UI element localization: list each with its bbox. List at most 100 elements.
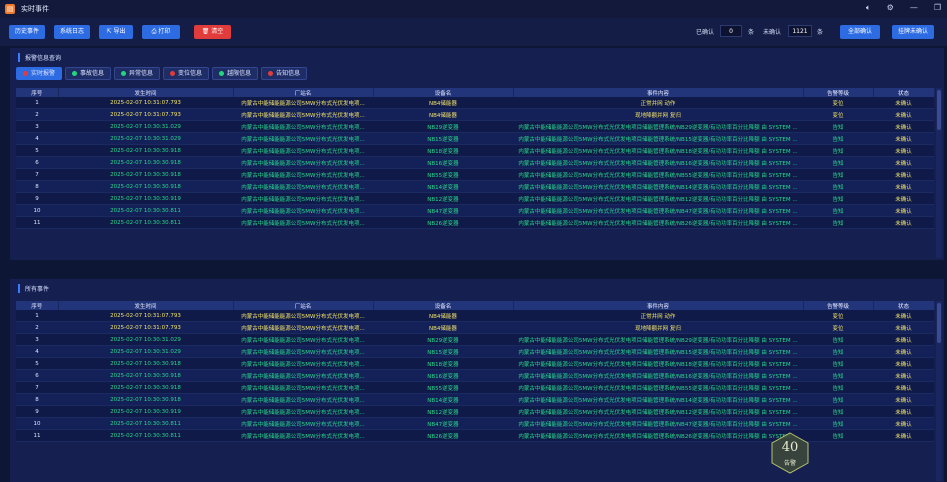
- badge-label: 告警: [783, 460, 796, 467]
- speaker-icon[interactable]: 🔈︎: [866, 3, 871, 13]
- cell-station: 内蒙古中能储能能源公司5MW分布式光伏发电项...: [233, 156, 373, 169]
- clear-button[interactable]: 🗑︎ 清空: [194, 25, 231, 39]
- cell-level: 变位: [803, 97, 873, 109]
- minimize-icon[interactable]: —: [910, 3, 918, 13]
- toolbar: 历史事件 系统日志 ⇱ 导出 ⎙ 打印 🗑︎ 清空 已确认 0 条 未确认 11…: [0, 18, 947, 46]
- table-row[interactable]: 9 2025-02-07 10:30:30.919 内蒙古中能储能能源公司5MW分布…: [16, 192, 934, 205]
- table-row[interactable]: 2 2025-02-07 10:31:07.793 内蒙古中能储能能源公司5MW分布…: [16, 108, 934, 121]
- scrollbar[interactable]: [936, 301, 942, 481]
- filter-button[interactable]: 事故信息: [65, 67, 112, 80]
- cell-level: 变位: [803, 310, 873, 322]
- clear-label: 清空: [211, 28, 224, 35]
- table-row[interactable]: 7 2025-02-07 10:30:30.918 内蒙古中能储能能源公司5MW分布…: [16, 381, 934, 394]
- cell-device: NB55逆变器: [373, 168, 513, 181]
- table-row[interactable]: 1 2025-02-07 10:31:07.793 内蒙古中能储能能源公司5MW分布…: [16, 310, 934, 322]
- cell-content: 内蒙古中能储能能源公司5MW分布式光伏发电项目储能管理系统/NB55逆变器/有功…: [513, 168, 803, 181]
- cell-status: 未确认: [873, 108, 934, 121]
- column-header[interactable]: 序号: [16, 301, 59, 310]
- cell-idx: 3: [16, 333, 58, 346]
- column-header[interactable]: 序号: [16, 88, 59, 97]
- column-header[interactable]: 设备名: [373, 88, 514, 97]
- cell-level: 告知: [803, 417, 873, 430]
- confirm-all-button[interactable]: 全部确认: [840, 25, 880, 39]
- cell-station: 内蒙古中能储能能源公司5MW分布式光伏发电项...: [233, 144, 373, 157]
- cell-status: 未确认: [873, 357, 934, 370]
- cell-status: 未确认: [873, 369, 934, 382]
- cell-station: 内蒙古中能储能能源公司5MW分布式光伏发电项...: [233, 108, 373, 121]
- history-events-button[interactable]: 历史事件: [9, 25, 45, 39]
- status-dot-icon: [268, 71, 274, 76]
- cell-idx: 6: [16, 369, 58, 382]
- table-row[interactable]: 3 2025-02-07 10:30:31.029 内蒙古中能储能能源公司5MW分布…: [16, 333, 934, 346]
- table-row[interactable]: 1 2025-02-07 10:31:07.793 内蒙古中能储能能源公司5MW分布…: [16, 97, 934, 109]
- scrollbar[interactable]: [936, 88, 942, 258]
- table-row[interactable]: 6 2025-02-07 10:30:30.918 内蒙古中能储能能源公司5MW分布…: [16, 156, 934, 169]
- cell-level: 告知: [803, 429, 873, 442]
- cell-time: 2025-02-07 10:31:07.793: [58, 108, 233, 121]
- column-header[interactable]: 厂站名: [233, 301, 374, 310]
- cell-level: 告知: [803, 168, 873, 181]
- table-row[interactable]: 8 2025-02-07 10:30:30.918 内蒙古中能储能能源公司5MW分布…: [16, 393, 934, 406]
- table-row[interactable]: 8 2025-02-07 10:30:30.918 内蒙古中能储能能源公司5MW分布…: [16, 180, 934, 193]
- column-header[interactable]: 告警等级: [803, 88, 874, 97]
- cell-idx: 7: [16, 168, 58, 181]
- cell-device: NB12逆变器: [373, 192, 513, 205]
- table-row[interactable]: 5 2025-02-07 10:30:30.918 内蒙古中能储能能源公司5MW分布…: [16, 144, 934, 157]
- table-row[interactable]: 10 2025-02-07 10:30:30.811 内蒙古中能储能能源公司5MW分…: [16, 204, 934, 217]
- cell-time: 2025-02-07 10:30:30.919: [58, 192, 233, 205]
- cell-idx: 10: [16, 204, 58, 217]
- filter-button[interactable]: 越限信息: [212, 67, 259, 80]
- column-header[interactable]: 状态: [873, 88, 935, 97]
- table-row[interactable]: 5 2025-02-07 10:30:30.918 内蒙古中能储能能源公司5MW分布…: [16, 357, 934, 370]
- table-row[interactable]: 9 2025-02-07 10:30:30.919 内蒙古中能储能能源公司5MW分布…: [16, 405, 934, 418]
- restore-icon[interactable]: ❐: [934, 3, 941, 13]
- cell-device: NB47逆变器: [373, 417, 513, 430]
- filter-button[interactable]: 实时报警: [16, 67, 63, 80]
- cell-idx: 5: [16, 357, 58, 370]
- table-row[interactable]: 4 2025-02-07 10:30:31.029 内蒙古中能储能能源公司5MW分布…: [16, 345, 934, 358]
- settings-icon[interactable]: ⚙︎: [887, 3, 894, 13]
- column-header[interactable]: 厂站名: [233, 88, 374, 97]
- cell-idx: 1: [16, 310, 58, 322]
- export-button[interactable]: ⇱ 导出: [99, 25, 133, 39]
- cell-idx: 2: [16, 108, 58, 121]
- cell-content: 内蒙古中能储能能源公司5MW分布式光伏发电项目储能管理系统/NB12逆变器/有功…: [513, 405, 803, 418]
- scrollbar-thumb[interactable]: [937, 90, 941, 130]
- cell-time: 2025-02-07 10:30:30.811: [58, 216, 233, 229]
- column-header[interactable]: 告警等级: [803, 301, 874, 310]
- cell-station: 内蒙古中能储能能源公司5MW分布式光伏发电项...: [233, 417, 373, 430]
- table-row[interactable]: 7 2025-02-07 10:30:30.918 内蒙古中能储能能源公司5MW分布…: [16, 168, 934, 181]
- table-row[interactable]: 2 2025-02-07 10:31:07.793 内蒙古中能储能能源公司5MW分布…: [16, 321, 934, 334]
- cell-content: 内蒙古中能储能能源公司5MW分布式光伏发电项目储能管理系统/NB16逆变器/有功…: [513, 156, 803, 169]
- table-row[interactable]: 3 2025-02-07 10:30:31.029 内蒙古中能储能能源公司5MW分布…: [16, 120, 934, 133]
- cell-device: NB55逆变器: [373, 381, 513, 394]
- cell-level: 变位: [803, 321, 873, 334]
- cell-status: 未确认: [873, 192, 934, 205]
- table-row[interactable]: 4 2025-02-07 10:30:31.029 内蒙古中能储能能源公司5MW分布…: [16, 132, 934, 145]
- column-header[interactable]: 事件内容: [513, 301, 804, 310]
- column-header[interactable]: 发生时间: [58, 88, 234, 97]
- cell-device: NB18逆变器: [373, 357, 513, 370]
- table-row[interactable]: 10 2025-02-07 10:30:30.811 内蒙古中能储能能源公司5MW分…: [16, 417, 934, 430]
- alarm-count-badge[interactable]: 40 告警: [771, 432, 809, 474]
- column-header[interactable]: 设备名: [373, 301, 514, 310]
- filter-button[interactable]: 变位信息: [163, 67, 210, 80]
- table-row[interactable]: 11 2025-02-07 10:30:30.811 内蒙古中能储能能源公司5MW分…: [16, 216, 934, 229]
- cell-station: 内蒙古中能储能能源公司5MW分布式光伏发电项...: [233, 321, 373, 334]
- confirmed-count: 0: [720, 25, 742, 37]
- cell-time: 2025-02-07 10:30:31.029: [58, 333, 233, 346]
- column-header[interactable]: 发生时间: [58, 301, 234, 310]
- cell-content: 内蒙古中能储能能源公司5MW分布式光伏发电项目储能管理系统/NB26逆变器/有功…: [513, 429, 803, 442]
- filter-label: 实时报警: [31, 70, 56, 77]
- system-log-button[interactable]: 系统日志: [54, 25, 90, 39]
- table-row[interactable]: 6 2025-02-07 10:30:30.918 内蒙古中能储能能源公司5MW分布…: [16, 369, 934, 382]
- column-header[interactable]: 事件内容: [513, 88, 804, 97]
- column-header[interactable]: 状态: [873, 301, 935, 310]
- cell-level: 告知: [803, 381, 873, 394]
- abnormal-unconfirmed-button[interactable]: 挂牌未确认: [892, 25, 934, 39]
- cell-station: 内蒙古中能储能能源公司5MW分布式光伏发电项...: [233, 192, 373, 205]
- filter-button[interactable]: 异常信息: [114, 67, 161, 80]
- scrollbar-thumb[interactable]: [937, 303, 941, 343]
- print-button[interactable]: ⎙ 打印: [142, 25, 180, 39]
- filter-button[interactable]: 告知信息: [261, 67, 308, 80]
